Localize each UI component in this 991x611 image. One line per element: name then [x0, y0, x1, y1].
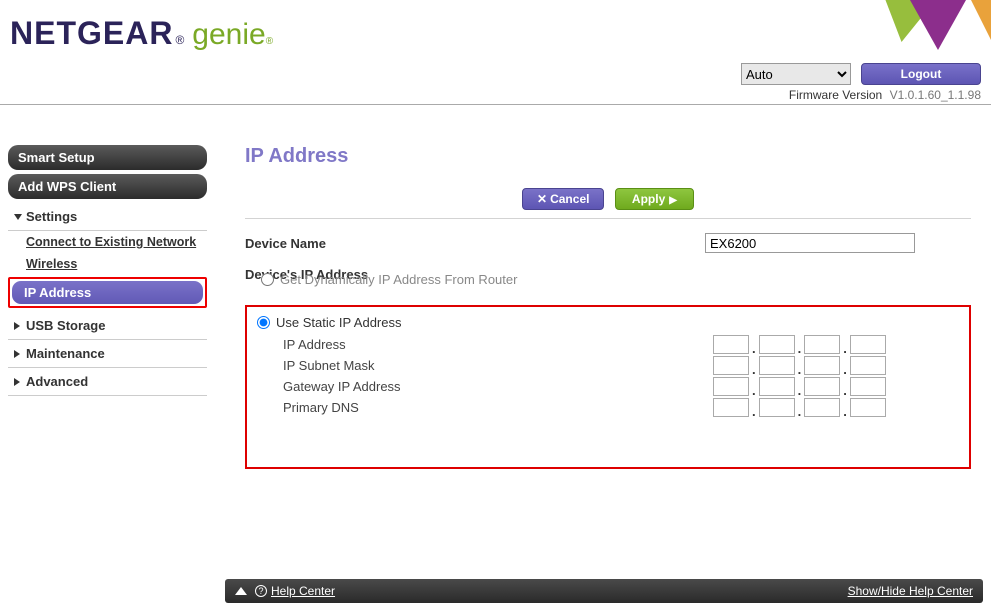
- help-center-link[interactable]: Help Center: [271, 584, 335, 598]
- chevron-right-icon: [14, 322, 20, 330]
- chevron-down-icon: [14, 214, 22, 220]
- dot: .: [843, 362, 847, 377]
- sidebar: Smart Setup Add WPS Client Settings Conn…: [0, 105, 215, 575]
- dot: .: [752, 362, 756, 377]
- help-icon: ?: [255, 585, 267, 597]
- sidebar-usb-storage[interactable]: USB Storage: [8, 312, 207, 340]
- gateway-octet-3[interactable]: [804, 377, 840, 396]
- sidebar-add-wps-client[interactable]: Add WPS Client: [8, 174, 207, 199]
- brand-genie: genie: [192, 18, 265, 52]
- device-name-label: Device Name: [245, 236, 705, 251]
- sidebar-usb-label: USB Storage: [26, 318, 105, 333]
- subnet-octet-2[interactable]: [759, 356, 795, 375]
- chevron-right-icon: [14, 350, 20, 358]
- gateway-octet-1[interactable]: [713, 377, 749, 396]
- firmware-value: V1.0.1.60_1.1.98: [890, 88, 981, 102]
- subnet-octet-4[interactable]: [850, 356, 886, 375]
- dns-octet-1[interactable]: [713, 398, 749, 417]
- dns-octet-2[interactable]: [759, 398, 795, 417]
- show-hide-help-link[interactable]: Show/Hide Help Center: [848, 584, 973, 598]
- sidebar-settings[interactable]: Settings: [8, 203, 207, 231]
- close-icon: ✕: [537, 192, 547, 206]
- dns-octet-3[interactable]: [804, 398, 840, 417]
- radio-dynamic[interactable]: [261, 273, 274, 286]
- dot: .: [798, 341, 802, 356]
- sidebar-connect-existing[interactable]: Connect to Existing Network: [8, 231, 207, 253]
- radio-dynamic-label: Get Dynamically IP Address From Router: [280, 272, 517, 287]
- page-title: IP Address: [245, 145, 971, 168]
- cancel-label: Cancel: [550, 192, 589, 206]
- dot: .: [843, 341, 847, 356]
- gateway-octet-2[interactable]: [759, 377, 795, 396]
- subnet-octet-1[interactable]: [713, 356, 749, 375]
- ip-address-octet-2[interactable]: [759, 335, 795, 354]
- static-ip-highlight-box: Use Static IP Address IP Address . . . I…: [245, 305, 971, 469]
- dns-label: Primary DNS: [283, 400, 713, 415]
- dot: .: [843, 383, 847, 398]
- subnet-octet-3[interactable]: [804, 356, 840, 375]
- gateway-octet-4[interactable]: [850, 377, 886, 396]
- brand-genie-dot: ®: [266, 36, 273, 47]
- dot: .: [752, 404, 756, 419]
- help-footer: ? Help Center Show/Hide Help Center: [225, 579, 983, 603]
- content: IP Address ✕Cancel Apply▶ Device Name De…: [215, 105, 991, 575]
- brand-netgear: NETGEAR: [10, 15, 173, 52]
- sidebar-advanced[interactable]: Advanced: [8, 368, 207, 396]
- dot: .: [798, 383, 802, 398]
- dot: .: [798, 404, 802, 419]
- chevron-up-icon[interactable]: [235, 587, 247, 595]
- gateway-label: Gateway IP Address: [283, 379, 713, 394]
- ip-address-label: IP Address: [283, 337, 713, 352]
- dot: .: [843, 404, 847, 419]
- sidebar-wireless[interactable]: Wireless: [8, 253, 207, 275]
- header-decor: [851, 0, 991, 60]
- sidebar-maintenance[interactable]: Maintenance: [8, 340, 207, 368]
- sidebar-advanced-label: Advanced: [26, 374, 88, 389]
- radio-static-label: Use Static IP Address: [276, 315, 402, 330]
- radio-static[interactable]: [257, 316, 270, 329]
- device-name-input[interactable]: [705, 233, 915, 253]
- subnet-label: IP Subnet Mask: [283, 358, 713, 373]
- decor-triangle-orange: [971, 0, 991, 40]
- dns-octet-4[interactable]: [850, 398, 886, 417]
- sidebar-smart-setup[interactable]: Smart Setup: [8, 145, 207, 170]
- logout-button[interactable]: Logout: [861, 63, 981, 85]
- sidebar-ip-address[interactable]: IP Address: [12, 281, 203, 304]
- radio-dynamic-row: Get Dynamically IP Address From Router: [261, 272, 971, 287]
- language-select[interactable]: Auto: [741, 63, 851, 85]
- dot: .: [798, 362, 802, 377]
- sidebar-maintenance-label: Maintenance: [26, 346, 105, 361]
- registered-icon: ®: [175, 33, 184, 47]
- ip-address-octet-1[interactable]: [713, 335, 749, 354]
- apply-button[interactable]: Apply ▶: [615, 188, 694, 210]
- sidebar-active-highlight: IP Address: [8, 277, 207, 308]
- chevron-right-icon: [14, 378, 20, 386]
- firmware-label: Firmware Version: [789, 88, 882, 102]
- apply-label: Apply: [632, 192, 665, 206]
- arrow-right-icon: ▶: [669, 195, 677, 206]
- dot: .: [752, 383, 756, 398]
- brand-logo: NETGEAR ® genie ®: [10, 15, 273, 52]
- action-row: ✕Cancel Apply ▶: [245, 188, 971, 219]
- firmware-version: Firmware Version V1.0.1.60_1.1.98: [789, 88, 981, 102]
- ip-address-octet-3[interactable]: [804, 335, 840, 354]
- cancel-button[interactable]: ✕Cancel: [522, 188, 604, 210]
- decor-triangle-purple: [910, 0, 966, 50]
- sidebar-settings-label: Settings: [26, 209, 77, 224]
- ip-address-octet-4[interactable]: [850, 335, 886, 354]
- dot: .: [752, 341, 756, 356]
